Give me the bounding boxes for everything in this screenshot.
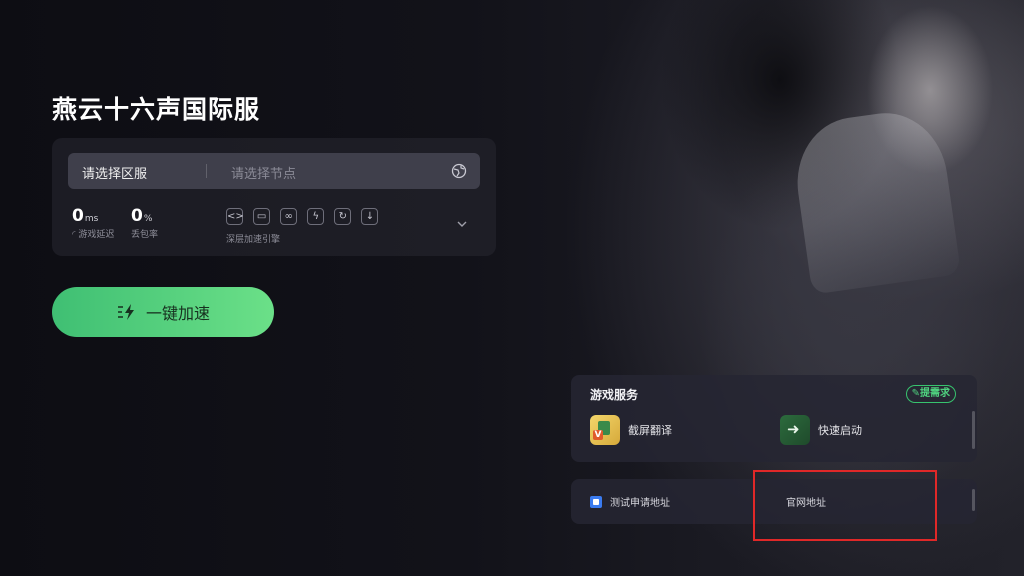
latency-stat: 0ms ◜ 游戏延迟 [72, 206, 114, 240]
download-icon[interactable]: ↓ [361, 208, 379, 225]
packet-loss-label: 丢包率 [131, 230, 159, 240]
globe-icon[interactable] [450, 162, 468, 180]
selector-divider [206, 164, 207, 178]
test-apply-icon [590, 495, 602, 508]
region-select[interactable]: 请选择区服 [82, 163, 147, 182]
request-feature-button[interactable]: ✎提需求 [905, 385, 956, 403]
service-item-label: 快速启动 [818, 424, 862, 437]
links-scrollbar[interactable] [972, 489, 975, 511]
service-item-label: 截屏翻译 [628, 424, 672, 437]
translate-app-icon [590, 415, 620, 445]
packet-loss-value: 0 [131, 206, 143, 226]
packet-loss-stat: 0% 丢包率 [131, 206, 158, 240]
game-services-panel: 游戏服务 ✎提需求 截屏翻译 快速启动 [571, 375, 977, 462]
code-icon[interactable]: <> [226, 208, 244, 225]
refresh-icon[interactable]: ↻ [334, 208, 352, 225]
lightning-icon [117, 304, 134, 320]
quick-launch-icon [780, 415, 810, 445]
services-scrollbar[interactable] [972, 411, 975, 449]
brush-icon: ✎ [911, 388, 920, 399]
latency-label-text: 游戏延迟 [78, 230, 115, 240]
screen-icon[interactable]: ▭ [253, 208, 271, 225]
latency-unit: ms [84, 214, 99, 224]
link-test-apply[interactable]: 测试申请地址 [590, 494, 670, 509]
request-feature-label: 提需求 [920, 388, 950, 399]
game-title: 燕云十六声国际服 [52, 95, 261, 124]
engine-label: 深层加速引擎 [226, 235, 281, 245]
link-icon[interactable]: ∞ [280, 208, 298, 225]
bolt-icon[interactable]: ϟ [307, 208, 325, 225]
accelerate-button-label: 一键加速 [145, 304, 210, 323]
services-title: 游戏服务 [590, 388, 639, 402]
link-label: 测试申请地址 [610, 498, 670, 509]
engine-icon-row: <> ▭ ∞ ϟ ↻ ↓ [226, 208, 383, 227]
server-selector-bar: 请选择区服 请选择节点 [68, 153, 480, 189]
accelerate-button[interactable]: 一键加速 [52, 287, 274, 337]
server-panel: 请选择区服 请选择节点 0ms ◜ 游戏延迟 0% 丢包率 <> ▭ ∞ ϟ ↻… [52, 138, 496, 256]
service-item-quick-launch[interactable]: 快速启动 [780, 415, 862, 445]
node-select[interactable]: 请选择节点 [231, 163, 296, 182]
latency-label: ◜ 游戏延迟 [72, 227, 114, 240]
highlight-annotation-box [753, 470, 937, 541]
packet-loss-unit: % [143, 214, 153, 224]
service-item-screenshot-translate[interactable]: 截屏翻译 [590, 415, 672, 445]
latency-value: 0 [72, 206, 84, 226]
chevron-down-icon[interactable] [456, 218, 468, 230]
